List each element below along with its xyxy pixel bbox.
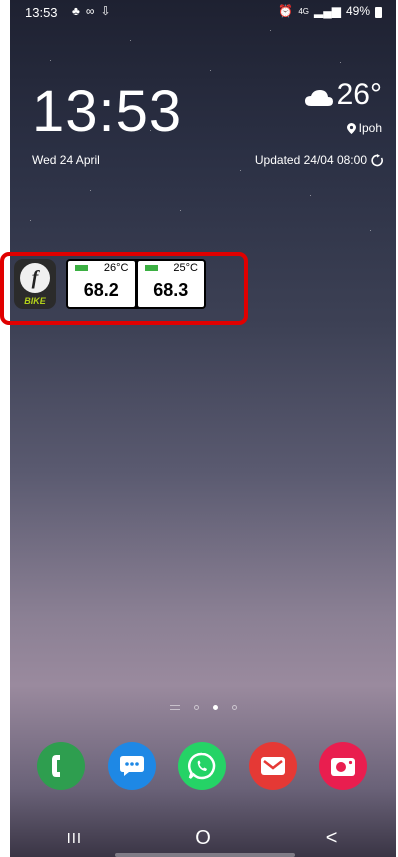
status-time: 13:53	[25, 5, 58, 20]
highlight-annotation-box	[0, 252, 248, 325]
camera-icon	[331, 758, 355, 776]
page-dot[interactable]	[231, 705, 237, 710]
recents-button[interactable]: III	[54, 824, 94, 854]
clock-widget-date: Wed 24 April	[32, 153, 100, 167]
battery-percent: 49%	[345, 4, 370, 18]
email-app-icon[interactable]	[248, 742, 297, 790]
recents-icon: III	[66, 830, 83, 847]
weather-temperature[interactable]: 26°	[337, 78, 382, 112]
network-type: 4G	[298, 6, 309, 16]
page-dot-menu[interactable]	[169, 705, 180, 710]
chat-bubble-icon	[119, 756, 144, 776]
location-label: Ipoh	[358, 121, 382, 135]
home-button[interactable]: O	[183, 824, 223, 854]
page-dot[interactable]	[193, 705, 199, 710]
notification-voicemail-icon: ∞	[85, 4, 95, 18]
battery-icon	[375, 6, 382, 18]
navigation-bar: III O <	[10, 820, 396, 857]
alarm-icon: ⏰	[278, 4, 294, 18]
camera-app-icon[interactable]	[319, 742, 367, 790]
weather-updated[interactable]: Updated 24/04 08:00	[255, 153, 384, 167]
cloud-icon	[305, 90, 333, 106]
phone-icon	[52, 755, 60, 777]
envelope-icon	[260, 757, 285, 775]
phone-app-icon[interactable]	[37, 742, 85, 790]
app-dock	[37, 742, 367, 790]
notification-download-icon: ⇩	[100, 4, 111, 18]
messages-app-icon[interactable]	[107, 742, 156, 790]
updated-label: Updated 24/04 08:00	[254, 153, 367, 167]
location-pin-icon	[346, 122, 356, 134]
notification-person-icon: ♣	[72, 4, 80, 18]
home-icon: O	[195, 827, 211, 849]
weather-location: Ipoh	[346, 121, 382, 135]
back-icon: <	[325, 827, 338, 849]
signal-icon: ▂▄▆	[314, 4, 341, 18]
whatsapp-app-icon[interactable]	[178, 742, 226, 790]
status-right: ⏰ 4G ▂▄▆ 49%	[278, 4, 382, 18]
page-indicator[interactable]	[10, 705, 396, 710]
status-bar: 13:53 ♣ ∞ ⇩ ⏰ 4G ▂▄▆ 49%	[10, 0, 396, 24]
clock-widget-time[interactable]: 13:53	[32, 78, 182, 145]
whatsapp-icon	[187, 752, 216, 780]
refresh-icon[interactable]	[371, 153, 384, 167]
gesture-bar	[115, 853, 295, 857]
home-screen: 13:53 ♣ ∞ ⇩ ⏰ 4G ▂▄▆ 49% 13:53 Wed 24 Ap…	[10, 0, 396, 857]
back-button[interactable]: <	[312, 824, 352, 854]
notification-icons: ♣ ∞ ⇩	[72, 4, 111, 18]
page-dot-current[interactable]	[212, 705, 218, 710]
